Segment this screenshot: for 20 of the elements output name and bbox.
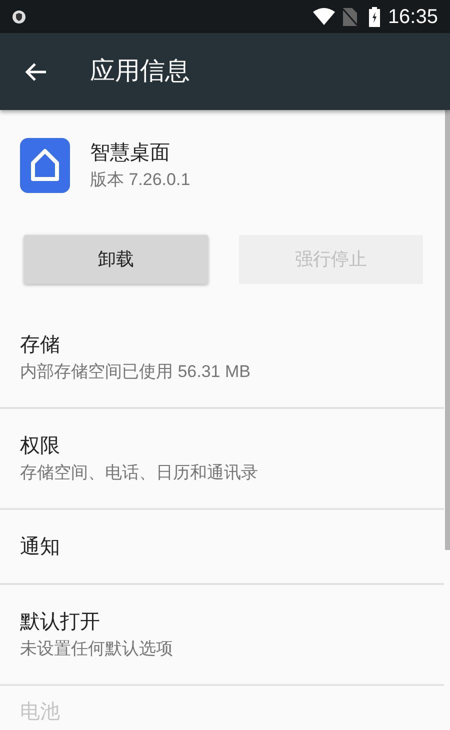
action-button[interactable]: 卸载: [24, 235, 208, 284]
no-sim-icon: [342, 8, 357, 26]
back-arrow-icon: [25, 62, 47, 82]
app-version: 版本 7.26.0.1: [90, 168, 190, 190]
item-subtitle: 未设置任何默认选项: [20, 638, 174, 660]
battery-charging-icon: [368, 6, 380, 26]
item-title: 通知: [20, 534, 61, 560]
settings-item[interactable]: 通知: [0, 510, 444, 585]
item-title: 权限: [20, 434, 61, 458]
home-app-icon: [20, 138, 70, 193]
item-title: 默认打开: [20, 610, 101, 634]
app-name: 智慧桌面: [90, 140, 171, 166]
item-subtitle: 存储空间、电话、日历和通讯录: [20, 462, 259, 484]
page-title: 应用信息: [90, 56, 190, 87]
clock-time: 16:35: [388, 4, 438, 30]
wifi-icon: [312, 8, 335, 25]
item-subtitle: 内部存储空间已使用 56.31 MB: [20, 360, 252, 382]
shield-icon: [12, 10, 26, 24]
item-title: 存储: [20, 332, 61, 358]
settings-item[interactable]: 默认打开 未设置任何默认选项: [0, 585, 444, 686]
